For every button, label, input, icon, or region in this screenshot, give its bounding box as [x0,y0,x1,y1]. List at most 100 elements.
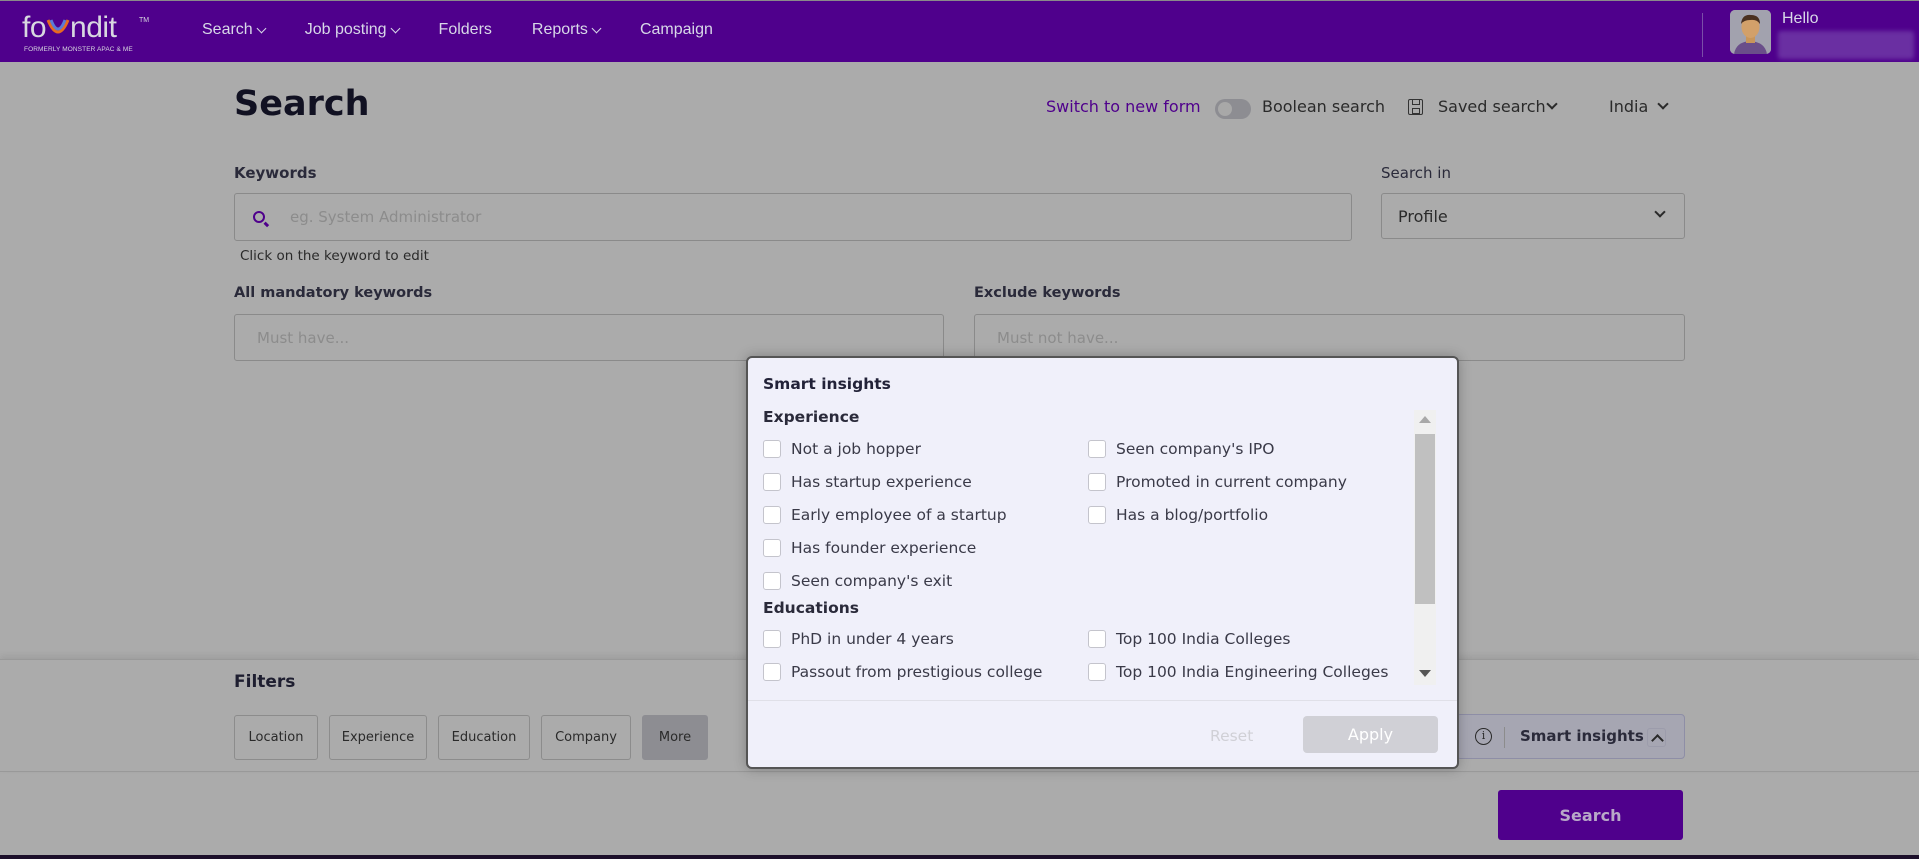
apply-button[interactable]: Apply [1303,716,1438,753]
checkbox[interactable] [1088,440,1106,458]
nav-job-posting-label: Job posting [304,21,387,38]
option-phd-under-4[interactable]: PhD in under 4 years [763,630,954,648]
filter-chip-location[interactable]: Location [234,715,318,760]
option-founder-experience[interactable]: Has founder experience [763,539,976,557]
boolean-search-toggle[interactable] [1215,99,1251,119]
divider [1504,727,1505,748]
exclude-placeholder: Must not have... [997,329,1119,347]
nav-search[interactable]: Search [202,21,267,39]
checkbox[interactable] [763,663,781,681]
nav-reports[interactable]: Reports [531,21,602,39]
keywords-label: Keywords [234,164,317,182]
nav-reports-label: Reports [531,21,588,38]
option-label: PhD in under 4 years [791,630,954,648]
reset-button[interactable]: Reset [1210,727,1253,745]
checkbox[interactable] [1088,506,1106,524]
smart-insights-label: Smart insights [1520,727,1644,745]
checkbox[interactable] [763,572,781,590]
keywords-input[interactable]: eg. System Administrator [234,193,1352,241]
top-nav-bar: fo ndit TM FORMERLY MONSTER APAC & ME Sea… [0,0,1919,62]
mandatory-keywords-label: All mandatory keywords [234,285,433,301]
filter-chip-experience[interactable]: Experience [329,715,427,760]
option-prestigious-college[interactable]: Passout from prestigious college [763,663,1042,681]
nav-folders[interactable]: Folders [439,21,492,39]
option-startup-experience[interactable]: Has startup experience [763,473,972,491]
search-in-label: Search in [1381,164,1451,182]
filter-chip-more[interactable]: More [642,715,708,760]
smart-insights-toggle[interactable]: i Smart insights [1456,714,1685,759]
modal-title: Smart insights [763,375,891,393]
search-button[interactable]: Search [1498,790,1683,840]
option-top-100-colleges[interactable]: Top 100 India Colleges [1088,630,1290,648]
page-title: Search [234,84,370,124]
logo-tm: TM [139,17,150,24]
checkbox[interactable] [763,539,781,557]
greeting: Hello [1782,10,1819,27]
option-seen-ipo[interactable]: Seen company's IPO [1088,440,1274,458]
scroll-down-arrow-icon[interactable] [1419,670,1431,677]
boolean-search-label: Boolean search [1262,97,1386,116]
modal-scrollbar[interactable] [1414,410,1436,685]
chevron-up-icon[interactable] [1647,728,1666,747]
search-in-value: Profile [1398,207,1448,226]
checkbox[interactable] [763,630,781,648]
user-name-blurred[interactable] [1778,31,1914,59]
option-label: Promoted in current company [1116,473,1347,491]
option-seen-exit[interactable]: Seen company's exit [763,572,952,590]
logo-wordmark: fo ndit [22,11,117,44]
saved-search-button[interactable]: Saved search [1438,97,1546,116]
option-label: Passout from prestigious college [791,663,1043,681]
foundit-logo[interactable]: fo ndit TM FORMERLY MONSTER APAC & ME [22,13,152,57]
option-blog-portfolio[interactable]: Has a blog/portfolio [1088,506,1268,524]
option-early-employee[interactable]: Early employee of a startup [763,506,1007,524]
option-top-100-engineering[interactable]: Top 100 India Engineering Colleges [1088,663,1388,681]
option-promoted[interactable]: Promoted in current company [1088,473,1347,491]
exclude-keywords-input[interactable]: Must not have... [974,314,1685,361]
keywords-placeholder: eg. System Administrator [290,208,482,226]
checkbox[interactable] [1088,473,1106,491]
section-heading-educations: Educations [763,599,859,617]
filter-chip-company[interactable]: Company [541,715,631,760]
nav-campaign-label: Campaign [639,21,713,38]
nav-divider [1702,13,1703,57]
chevron-down-icon [591,23,602,33]
chevron-down-icon [256,23,267,33]
option-label: Top 100 India Colleges [1116,630,1291,648]
option-label: Seen company's IPO [1116,440,1275,458]
checkbox[interactable] [1088,663,1106,681]
scroll-up-arrow-icon[interactable] [1419,416,1431,423]
info-icon[interactable]: i [1475,728,1492,745]
filters-title: Filters [234,672,296,692]
filter-chip-education[interactable]: Education [438,715,530,760]
chevron-down-icon [1654,206,1666,218]
bottom-strip [0,855,1919,859]
option-label: Not a job hopper [791,440,921,458]
checkbox[interactable] [1088,630,1106,648]
mandatory-keywords-input[interactable]: Must have... [234,314,944,361]
user-avatar-icon[interactable] [1730,10,1771,54]
search-in-select[interactable]: Profile [1381,193,1685,239]
nav-job-posting[interactable]: Job posting [304,21,400,39]
logo-swoosh-icon [46,14,70,34]
option-not-job-hopper[interactable]: Not a job hopper [763,440,921,458]
option-label: Has founder experience [791,539,977,557]
search-icon [253,211,265,223]
modal-footer-divider [748,700,1457,701]
nav-folders-label: Folders [438,21,492,38]
save-icon[interactable] [1408,99,1423,115]
checkbox[interactable] [763,440,781,458]
checkbox[interactable] [763,473,781,491]
scroll-thumb[interactable] [1415,434,1435,604]
country-selector[interactable]: India [1609,97,1648,116]
main-nav: Search Job posting Folders Reports Campa… [202,21,753,39]
chevron-down-icon [390,23,400,33]
checkbox[interactable] [763,506,781,524]
nav-campaign[interactable]: Campaign [640,21,713,39]
mandatory-placeholder: Must have... [257,329,350,347]
exclude-keywords-label: Exclude keywords [974,285,1121,301]
keywords-hint: Click on the keyword to edit [240,248,429,264]
switch-to-new-form-link[interactable]: Switch to new form [1046,97,1201,116]
logo-subtitle: FORMERLY MONSTER APAC & ME [24,46,133,53]
section-heading-experience: Experience [763,408,860,426]
option-label: Has a blog/portfolio [1116,506,1269,524]
